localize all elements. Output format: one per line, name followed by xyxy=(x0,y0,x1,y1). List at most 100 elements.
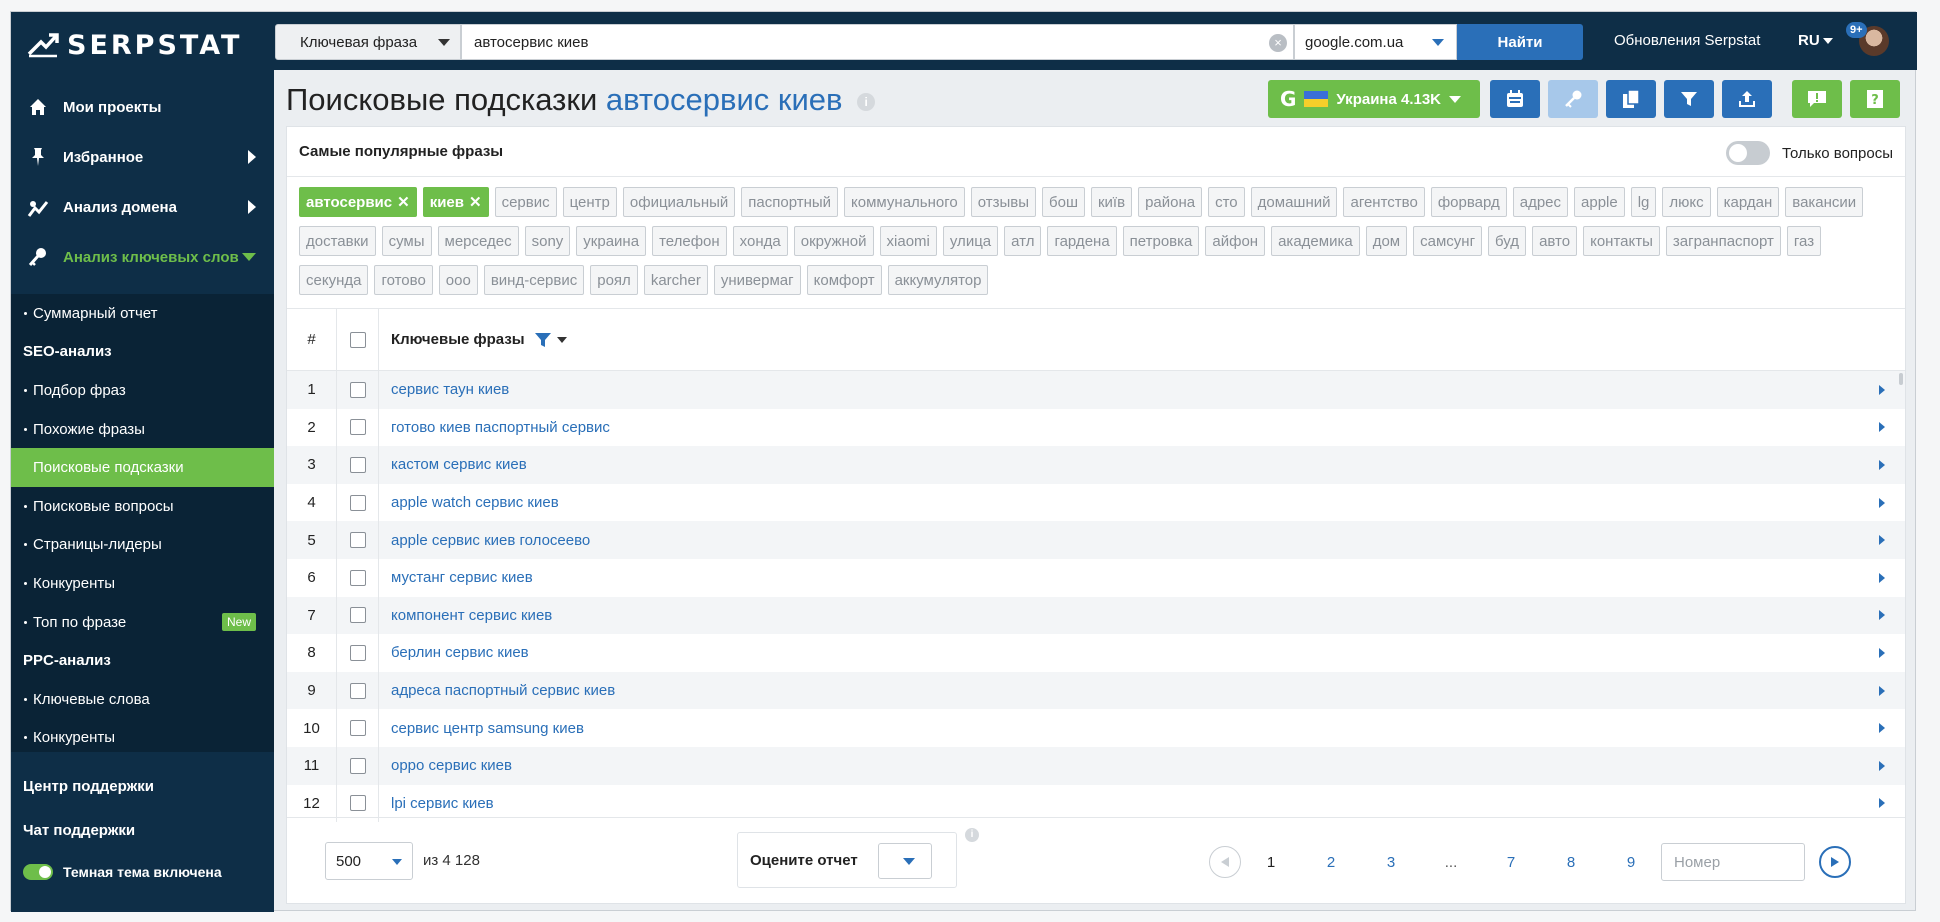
tag[interactable]: lg xyxy=(1630,187,1657,217)
select-all-checkbox[interactable] xyxy=(349,331,366,348)
tag[interactable]: загранпаспорт xyxy=(1665,226,1781,256)
row-checkbox[interactable] xyxy=(349,381,366,398)
info-icon[interactable]: i xyxy=(857,92,876,111)
table-row[interactable]: 3 кастом сервис киев xyxy=(287,446,1905,484)
scrollbar[interactable] xyxy=(1899,373,1903,385)
tag[interactable]: района xyxy=(1138,187,1203,217)
table-row[interactable]: 4 apple watch сервис киев xyxy=(287,483,1905,522)
search-type-select[interactable]: Ключевая фраза xyxy=(275,24,461,60)
help-button[interactable]: ? xyxy=(1850,80,1900,118)
expand-row-icon[interactable] xyxy=(1879,459,1885,470)
find-button[interactable]: Найти xyxy=(1457,24,1583,60)
nav-keyword-analysis[interactable]: Анализ ключевых слов xyxy=(11,232,274,282)
tag[interactable]: ооо xyxy=(438,265,478,295)
tag[interactable]: агентство xyxy=(1343,187,1425,217)
sort-caret-icon[interactable] xyxy=(556,336,567,343)
tag[interactable]: домашний xyxy=(1250,187,1338,217)
tag[interactable]: буд xyxy=(1488,226,1527,256)
tag[interactable]: готово xyxy=(374,265,433,295)
expand-row-icon[interactable] xyxy=(1879,647,1885,658)
tag[interactable]: хонда xyxy=(732,226,788,256)
row-checkbox[interactable] xyxy=(349,644,366,661)
tag[interactable]: xiaomi xyxy=(879,226,937,256)
sub-summary-report[interactable]: Суммарный отчет xyxy=(11,294,274,333)
tag-active[interactable]: автосервис ✕ xyxy=(299,187,417,217)
tag[interactable]: айфон xyxy=(1205,226,1266,256)
sub-search-suggestions[interactable]: Поисковые подсказки xyxy=(11,448,274,487)
sub-phrase-selection[interactable]: Подбор фраз xyxy=(11,371,274,410)
tag[interactable]: официальный xyxy=(622,187,736,217)
expand-row-icon[interactable] xyxy=(1879,798,1885,809)
serpstat-logo[interactable]: SERPSTAT xyxy=(27,30,242,61)
search-engine-select[interactable]: google.com.ua xyxy=(1294,24,1457,60)
tag[interactable]: телефон xyxy=(652,226,727,256)
tag[interactable]: сервис xyxy=(494,187,557,217)
tag[interactable]: самсунг xyxy=(1413,226,1483,256)
keyword-link[interactable]: lpi сервис киев xyxy=(391,795,494,812)
tag[interactable]: газ xyxy=(1786,226,1822,256)
table-row[interactable]: 7 компонент сервис киев xyxy=(287,596,1905,635)
tag[interactable]: винд-сервис xyxy=(483,265,585,295)
row-checkbox[interactable] xyxy=(349,419,366,436)
keyword-link[interactable]: мустанг сервис киев xyxy=(391,569,533,586)
expand-row-icon[interactable] xyxy=(1879,535,1885,546)
tag[interactable]: отзывы xyxy=(970,187,1037,217)
tag[interactable]: сумы xyxy=(381,226,432,256)
filter-button[interactable] xyxy=(1664,80,1714,118)
table-row[interactable]: 6 мустанг сервис киев xyxy=(287,558,1905,597)
tag[interactable]: сто xyxy=(1208,187,1245,217)
next-page-button[interactable] xyxy=(1819,846,1851,878)
keyword-link[interactable]: apple сервис киев голосеево xyxy=(391,532,590,549)
table-row[interactable]: 10 сервис центр samsung киев xyxy=(287,709,1905,747)
page-number[interactable]: 2 xyxy=(1301,854,1361,871)
nav-favorites[interactable]: Избранное xyxy=(11,132,274,182)
expand-row-icon[interactable] xyxy=(1879,497,1885,508)
tag[interactable]: окружной xyxy=(793,226,874,256)
keyword-link[interactable]: кастом сервис киев xyxy=(391,456,527,473)
tag[interactable]: секунда xyxy=(299,265,369,295)
tag[interactable]: авто xyxy=(1532,226,1578,256)
feedback-button[interactable] xyxy=(1792,80,1842,118)
table-row[interactable]: 1 сервис таун киев xyxy=(287,371,1905,409)
expand-row-icon[interactable] xyxy=(1879,572,1885,583)
support-chat-link[interactable]: Чат поддержки xyxy=(11,808,274,852)
row-checkbox[interactable] xyxy=(349,720,366,737)
language-select[interactable]: RU xyxy=(1798,32,1833,49)
tag[interactable]: люкс xyxy=(1662,187,1711,217)
tag[interactable]: бош xyxy=(1042,187,1085,217)
page-number-input[interactable]: Номер xyxy=(1661,843,1805,881)
keyword-link[interactable]: oppo сервис киев xyxy=(391,757,512,774)
keyword-link[interactable]: сервис центр samsung киев xyxy=(391,720,584,737)
keyword-link[interactable]: адреса паспортный сервис киев xyxy=(391,682,615,699)
dark-theme-toggle[interactable]: Темная тема включена xyxy=(11,852,274,892)
notification-badge[interactable]: 9+ xyxy=(1846,22,1867,38)
region-select-button[interactable]: G Украина 4.13K xyxy=(1268,80,1480,118)
key-button[interactable] xyxy=(1548,80,1598,118)
per-page-select[interactable]: 500 xyxy=(325,842,413,880)
tag[interactable]: доставки xyxy=(299,226,376,256)
table-body[interactable]: 1 сервис таун киев 2 готово киев паспортный… xyxy=(287,371,1905,823)
nav-my-projects[interactable]: Мои проекты xyxy=(11,82,274,132)
tag[interactable]: адрес xyxy=(1512,187,1569,217)
tag[interactable]: улица xyxy=(942,226,999,256)
page-number[interactable]: 1 xyxy=(1241,854,1301,871)
table-row[interactable]: 11 oppo сервис киев xyxy=(287,746,1905,785)
keyword-link[interactable]: берлин сервис киев xyxy=(391,644,529,661)
row-checkbox[interactable] xyxy=(349,757,366,774)
tag-active[interactable]: киев ✕ xyxy=(422,187,489,217)
keyword-link[interactable]: сервис таун киев xyxy=(391,381,509,398)
sub-top-by-phrase[interactable]: Топ по фразе New xyxy=(11,603,274,642)
tag[interactable]: центр xyxy=(562,187,617,217)
keyword-link[interactable]: компонент сервис киев xyxy=(391,607,552,624)
tag[interactable]: универмаг xyxy=(713,265,801,295)
page-number[interactable]: 8 xyxy=(1541,854,1601,871)
expand-row-icon[interactable] xyxy=(1879,384,1885,395)
close-icon[interactable]: ✕ xyxy=(397,193,410,211)
prev-page-button[interactable] xyxy=(1209,846,1241,878)
tag[interactable]: петровка xyxy=(1122,226,1200,256)
row-checkbox[interactable] xyxy=(349,532,366,549)
table-row[interactable]: 5 apple сервис киев голосеево xyxy=(287,521,1905,559)
col-keyword-header[interactable]: Ключевые фразы xyxy=(379,331,1905,348)
tag[interactable]: паспортный xyxy=(741,187,839,217)
tag[interactable]: роял xyxy=(590,265,638,295)
